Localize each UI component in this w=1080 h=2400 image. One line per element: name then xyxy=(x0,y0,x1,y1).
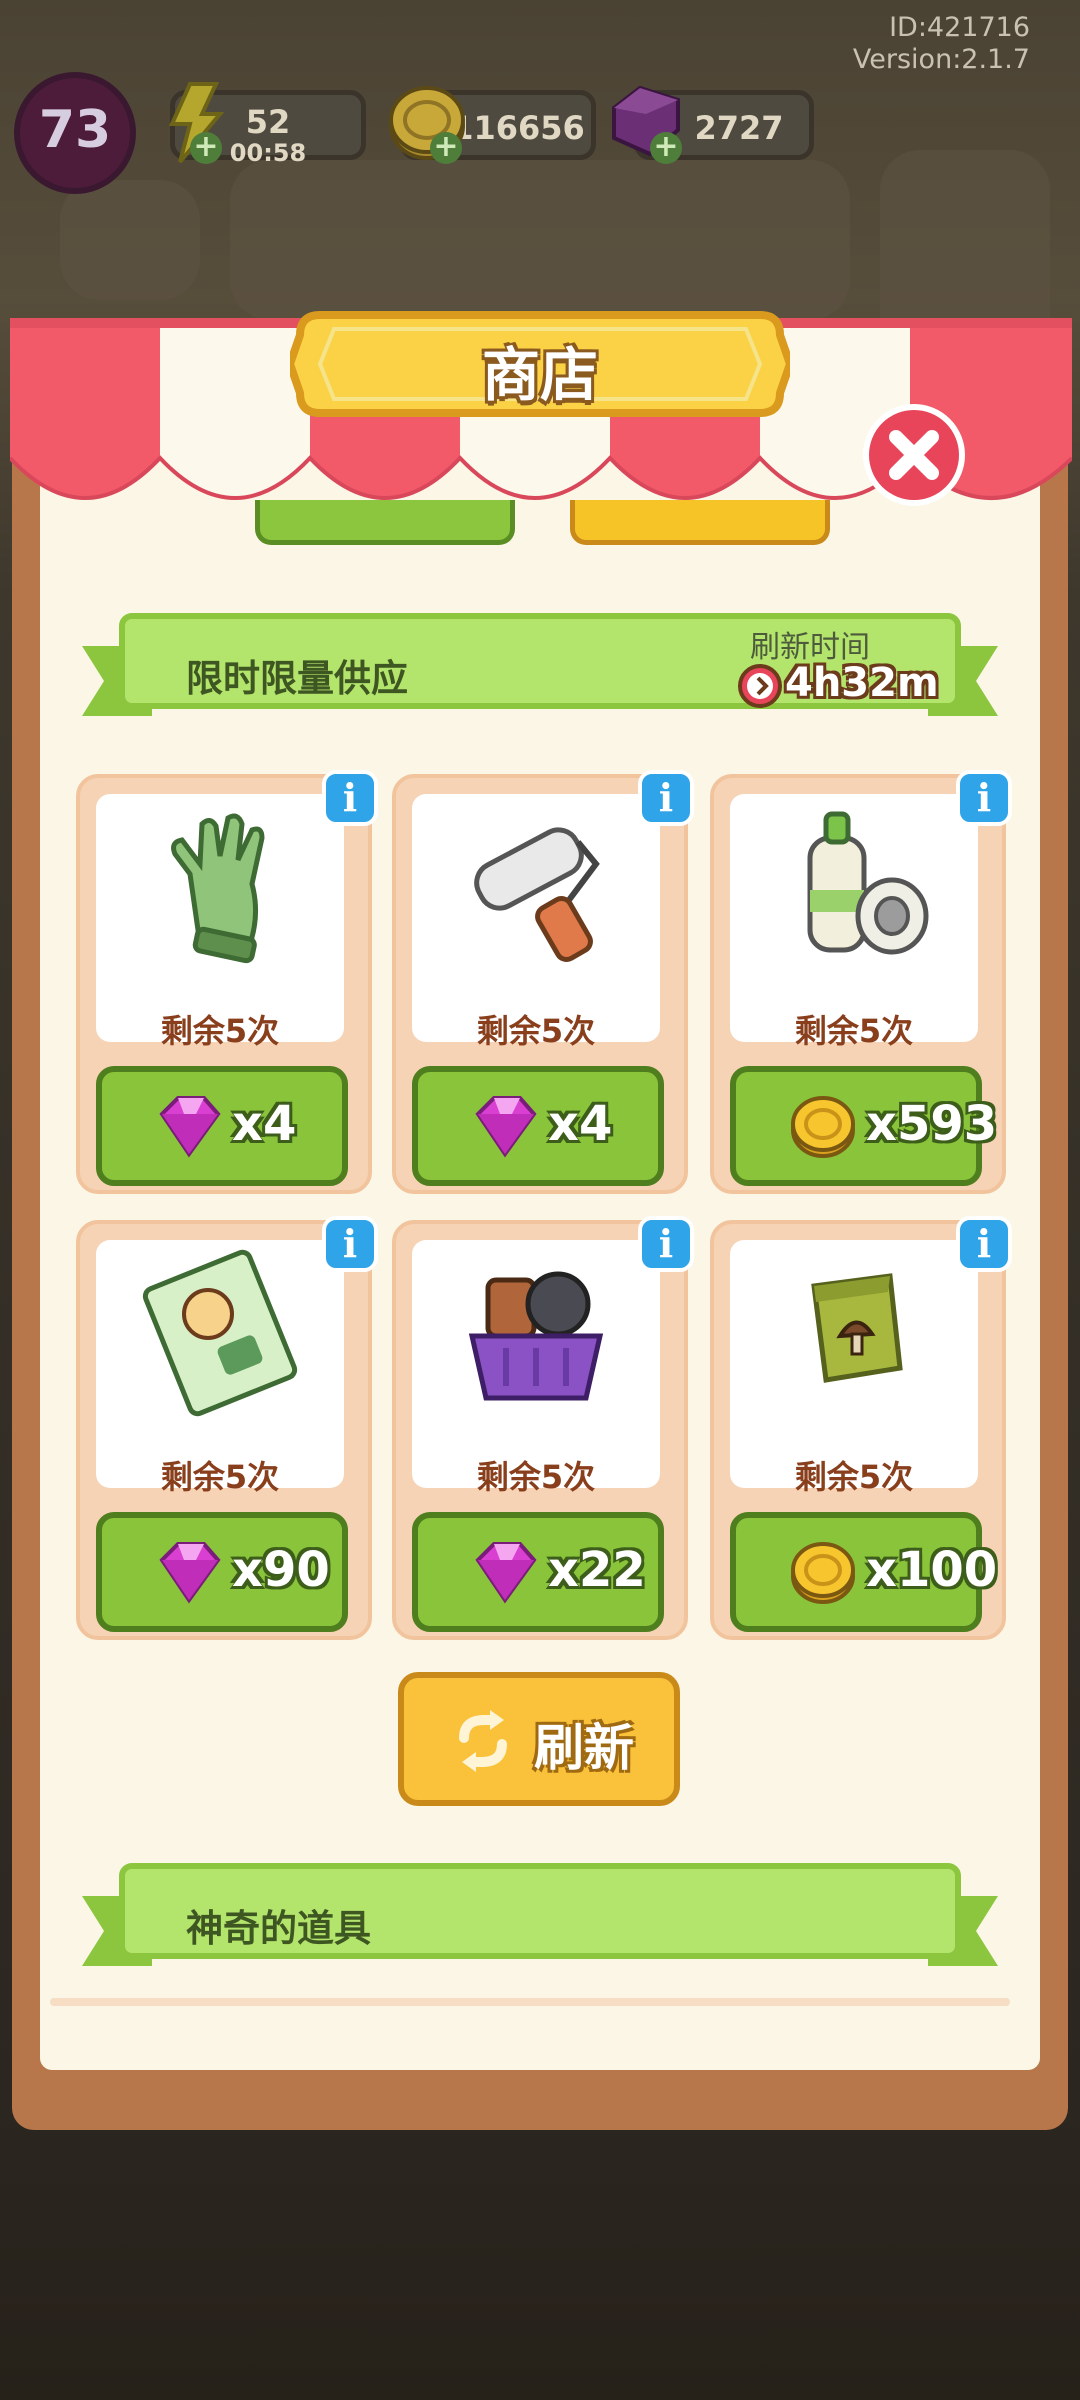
player-level: 73 xyxy=(38,100,112,160)
gem-icon xyxy=(159,1096,221,1158)
coin-icon xyxy=(791,1096,855,1158)
shop-item-card-gloves[interactable]: 剩余5次 i x4 xyxy=(76,770,378,1194)
price: x4 xyxy=(548,1096,613,1152)
spray-bottle-icon xyxy=(807,811,929,955)
tool-basket-icon xyxy=(468,1271,604,1401)
gem-value: 2727 xyxy=(694,109,784,147)
add-energy-button[interactable]: + xyxy=(190,132,222,164)
shop-item-card-tool-basket[interactable]: 剩余5次 i x22 xyxy=(392,1216,694,1640)
gem-icon xyxy=(159,1542,221,1604)
build-info: ID:421716 Version:2.1.7 xyxy=(853,12,1030,76)
remaining-count: 剩余5次 xyxy=(160,1012,280,1050)
info-icon[interactable]: i xyxy=(956,1216,1012,1272)
limited-section-title: 限时限量供应 xyxy=(186,657,408,700)
gem-icon xyxy=(475,1542,537,1604)
shop-item-card-paint-roller[interactable]: 剩余5次 i x4 xyxy=(392,770,694,1194)
shop-title: 商店 xyxy=(481,341,598,409)
buy-button[interactable]: x100 xyxy=(730,1512,997,1632)
shop-item-card-spray-bottle[interactable]: 剩余5次 i x593 xyxy=(710,770,1012,1194)
buy-button[interactable]: x90 xyxy=(96,1512,348,1632)
refresh-icon xyxy=(459,1710,507,1772)
shop-panel-body xyxy=(40,340,1040,2070)
gem-icon xyxy=(475,1096,537,1158)
info-icon[interactable]: i xyxy=(322,770,378,826)
remaining-count: 剩余5次 xyxy=(794,1458,914,1496)
buy-button[interactable]: x4 xyxy=(412,1066,664,1186)
mushroom-seed-bag-icon xyxy=(811,1273,903,1383)
seed-packet-icon xyxy=(142,1249,298,1417)
remaining-count: 剩余5次 xyxy=(476,1012,596,1050)
info-icon[interactable]: i xyxy=(322,1216,378,1272)
info-icon[interactable]: i xyxy=(956,770,1012,826)
price: x90 xyxy=(232,1542,330,1598)
player-id: ID:421716 xyxy=(889,12,1030,43)
panel-divider xyxy=(50,1998,1010,2006)
remaining-count: 剩余5次 xyxy=(160,1458,280,1496)
refresh-button-label: 刷新 xyxy=(534,1719,634,1777)
gloves-icon xyxy=(171,813,265,964)
remaining-count: 剩余5次 xyxy=(476,1458,596,1496)
info-icon[interactable]: i xyxy=(638,1216,694,1272)
price: x22 xyxy=(548,1542,646,1598)
price: x593 xyxy=(866,1096,998,1152)
refresh-timer: 4h32m xyxy=(785,660,939,706)
version-label: Version:2.1.7 xyxy=(852,44,1030,75)
refresh-button[interactable]: 刷新 xyxy=(398,1672,680,1806)
magic-section-title: 神奇的道具 xyxy=(186,1907,371,1950)
price: x4 xyxy=(232,1096,297,1152)
buy-button[interactable]: x22 xyxy=(412,1512,664,1632)
add-coins-button[interactable]: + xyxy=(430,132,462,164)
player-level-badge[interactable]: 73 xyxy=(14,72,136,194)
buy-button[interactable]: x4 xyxy=(96,1066,348,1186)
paint-roller-icon xyxy=(474,827,600,962)
close-icon[interactable] xyxy=(862,403,966,507)
price: x100 xyxy=(866,1542,998,1598)
buy-button[interactable]: x593 xyxy=(730,1066,997,1186)
shop-item-card-mushroom-seeds[interactable]: 剩余5次 i x100 xyxy=(710,1216,1012,1640)
shop-item-card-seed-packet[interactable]: 剩余5次 i x90 xyxy=(76,1216,378,1640)
coin-icon xyxy=(791,1542,855,1604)
info-icon[interactable]: i xyxy=(638,770,694,826)
remaining-count: 剩余5次 xyxy=(794,1012,914,1050)
add-gems-button[interactable]: + xyxy=(650,132,682,164)
